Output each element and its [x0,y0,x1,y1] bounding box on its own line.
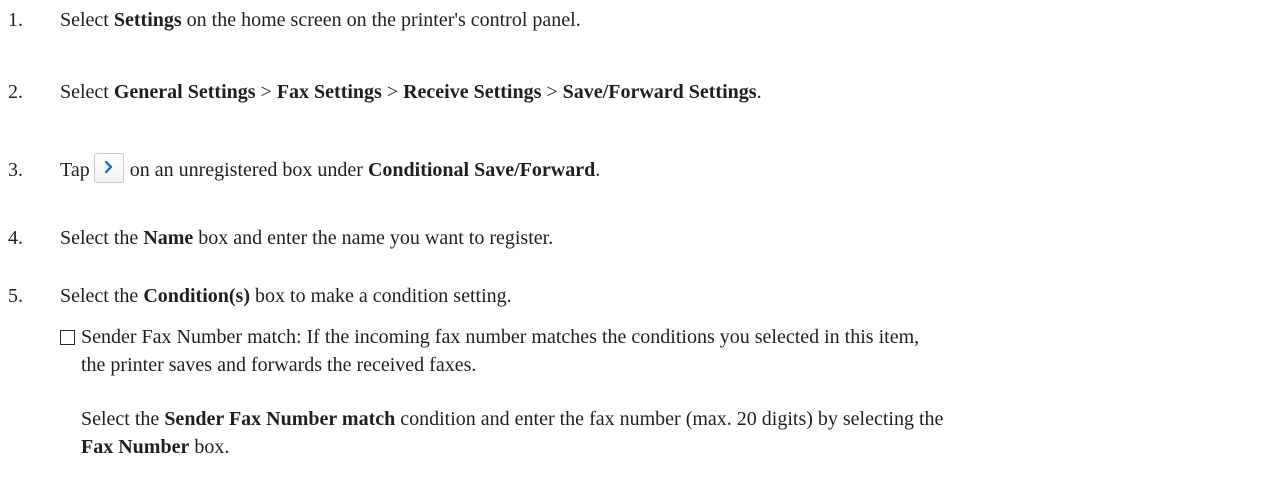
step-number: 4. [8,227,23,249]
step-text: on the home screen on the printer's cont… [181,9,581,31]
separator: > [381,81,404,103]
step-4: 4. Select the Name box and enter the name… [8,224,1274,252]
detail-text: condition and enter the fax number (max.… [395,408,944,430]
detail-text: box. [189,436,230,458]
step-5: 5. Select the Condition(s) box to make a … [8,282,1274,310]
step-text: Select the [60,285,144,307]
field-conditions: Condition(s) [143,285,251,307]
chevron-right-icon [93,153,124,183]
menu-settings: Settings [113,9,182,31]
step-number: 1. [8,9,23,31]
step-number: 2. [8,81,23,103]
step-1: 1. Select Settings on the home screen on … [8,6,1274,34]
step-text: Select the [60,227,144,249]
detail-line-1: Select the Sender Fax Number match condi… [81,405,1274,433]
step-text: box and enter the name you want to regis… [193,227,554,249]
step-text: box to make a condition setting. [250,285,512,307]
field-fax-number: Fax Number [81,436,190,458]
menu-fax-settings: Fax Settings [276,81,382,103]
step-3: 3. Tap on an unregistered box under Condit… [8,153,1274,184]
condition-option: Sender Fax Number match: If the incoming… [60,323,1274,379]
separator: > [255,81,277,103]
checkbox-icon [60,330,75,345]
detail-text: Select the [81,408,165,430]
separator: > [541,81,563,103]
option-description: Sender Fax Number match: If the incoming… [81,323,1274,379]
step-text: Tap [60,159,90,181]
option-line: the printer saves and forwards the recei… [81,354,477,376]
step-text: . [595,159,601,181]
condition-detail: Select the Sender Fax Number match condi… [81,405,1274,461]
step-text: Select [60,9,114,31]
step-text: Select [60,81,114,103]
detail-line-2: Fax Number box. [81,433,1274,461]
option-line: Sender Fax Number match: If the incoming… [81,326,920,348]
menu-save-forward-settings: Save/Forward Settings [562,81,757,103]
field-name: Name [143,227,194,249]
step-number: 3. [8,159,23,181]
step-number: 5. [8,285,23,307]
menu-receive-settings: Receive Settings [403,81,542,103]
menu-general-settings: General Settings [113,81,256,103]
step-text: . [756,81,762,103]
menu-conditional-save-forward: Conditional Save/Forward [367,159,596,181]
step-text: on an unregistered box under [129,159,368,181]
option-sender-fax-number-match: Sender Fax Number match [164,408,396,430]
step-2: 2. Select General Settings > Fax Settings… [8,78,1274,106]
